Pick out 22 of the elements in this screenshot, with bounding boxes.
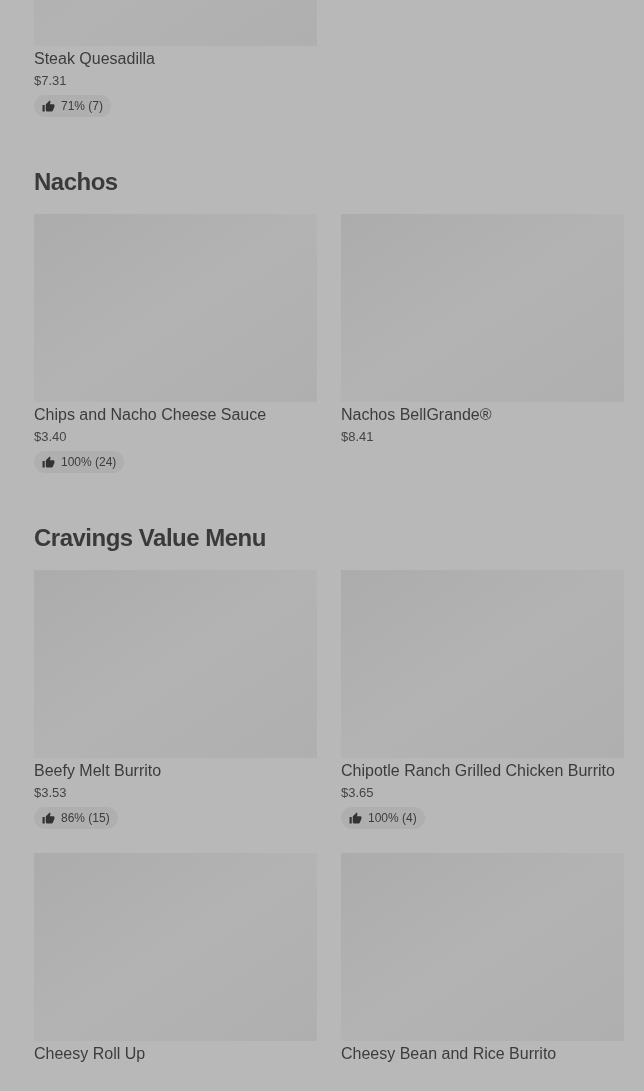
item-name: Beefy Melt Burrito	[34, 761, 163, 781]
thumbs-up-icon	[42, 99, 55, 113]
item-price: $3.65	[341, 784, 375, 802]
item-price: $8.41	[341, 428, 375, 446]
item-name: Chips and Nacho Cheese Sauce	[34, 405, 268, 425]
rating-text: 100% (4)	[368, 810, 417, 827]
rating-text: 100% (24)	[61, 454, 117, 471]
thumbs-up-icon	[42, 455, 55, 469]
item-name: Chipotle Ranch Grilled Chicken Burrito	[341, 761, 616, 781]
rating-text: 86% (15)	[61, 810, 110, 827]
item-price: $7.31	[34, 72, 68, 90]
rating-text: 71% (7)	[61, 98, 104, 115]
item-name: Steak Quesadilla	[34, 49, 156, 69]
section-title: Cravings Value Menu	[34, 523, 267, 553]
item-name: Nachos BellGrande®	[341, 405, 493, 425]
thumbs-up-icon	[42, 811, 55, 825]
section-title: Nachos	[34, 167, 119, 197]
thumbs-up-icon	[349, 811, 362, 825]
item-name: Cheesy Bean and Rice Burrito	[341, 1044, 558, 1064]
item-price: $3.40	[34, 428, 68, 446]
item-name: Cheesy Roll Up	[34, 1044, 147, 1064]
item-price: $3.53	[34, 784, 68, 802]
